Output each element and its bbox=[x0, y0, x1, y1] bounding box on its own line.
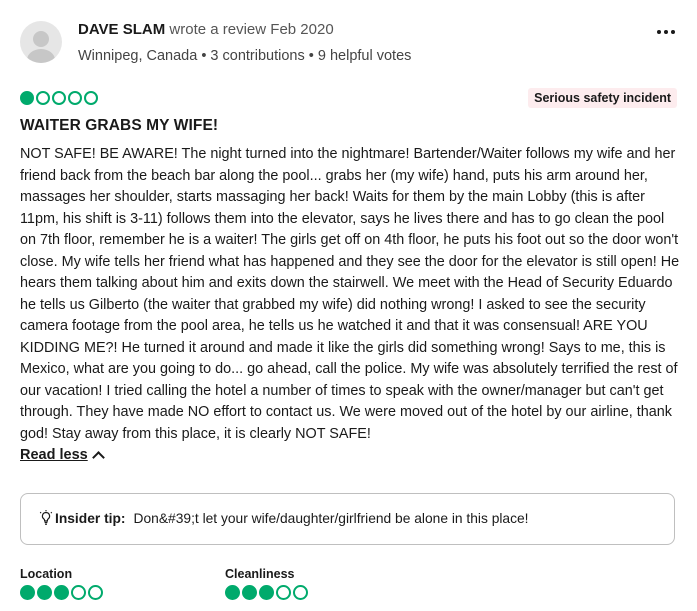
bubble-empty-icon bbox=[293, 585, 308, 600]
review-rating bbox=[20, 91, 98, 107]
read-less-button[interactable]: Read less bbox=[20, 447, 105, 464]
sub-rating-label: Cleanliness bbox=[225, 567, 295, 581]
sub-rating-label: Location bbox=[20, 567, 73, 581]
sub-rating-location: Location bbox=[20, 567, 103, 600]
review-title: WAITER GRABS MY WIFE! bbox=[20, 117, 219, 134]
bubble-filled-icon bbox=[20, 585, 35, 600]
insider-tip-label: Insider tip: bbox=[55, 510, 126, 526]
reviewer-name[interactable]: DAVE SLAM bbox=[78, 21, 165, 38]
sub-rating-bubbles bbox=[225, 585, 308, 600]
insider-tip-text: Don&#39;t let your wife/daughter/girlfri… bbox=[133, 510, 529, 526]
review-date: wrote a review Feb 2020 bbox=[169, 21, 334, 38]
bubble-filled-icon bbox=[259, 585, 274, 600]
more-horizontal-icon bbox=[657, 30, 661, 34]
reviewer-line: DAVE SLAM wrote a review Feb 2020 bbox=[78, 21, 334, 38]
review-body: NOT SAFE! BE AWARE! The night turned int… bbox=[20, 146, 680, 442]
bubble-empty-icon bbox=[88, 585, 103, 600]
bubble-filled-icon bbox=[225, 585, 240, 600]
avatar[interactable] bbox=[20, 21, 62, 63]
bubble-empty-icon bbox=[276, 585, 291, 600]
bubble-filled-icon bbox=[242, 585, 257, 600]
bubble-empty-icon bbox=[36, 91, 50, 105]
bubble-empty-icon bbox=[84, 91, 98, 105]
bubble-empty-icon bbox=[52, 91, 66, 105]
lightbulb-icon bbox=[39, 510, 53, 525]
sub-rating-cleanliness: Cleanliness bbox=[225, 567, 308, 600]
sub-rating-bubbles bbox=[20, 585, 103, 600]
read-less-label: Read less bbox=[20, 447, 88, 463]
bubble-empty-icon bbox=[68, 91, 82, 105]
bubble-filled-icon bbox=[20, 91, 34, 105]
reviewer-meta: Winnipeg, Canada • 3 contributions • 9 h… bbox=[78, 48, 412, 64]
chevron-up-icon bbox=[91, 450, 105, 464]
safety-incident-badge: Serious safety incident bbox=[528, 88, 677, 108]
bubble-filled-icon bbox=[54, 585, 69, 600]
rating-bubbles bbox=[20, 91, 98, 105]
more-options-button[interactable] bbox=[654, 20, 678, 44]
bubble-empty-icon bbox=[71, 585, 86, 600]
insider-tip-box: Insider tip: Don&#39;t let your wife/dau… bbox=[20, 493, 675, 545]
bubble-filled-icon bbox=[37, 585, 52, 600]
review-header: DAVE SLAM wrote a review Feb 2020 Winnip… bbox=[20, 18, 680, 70]
